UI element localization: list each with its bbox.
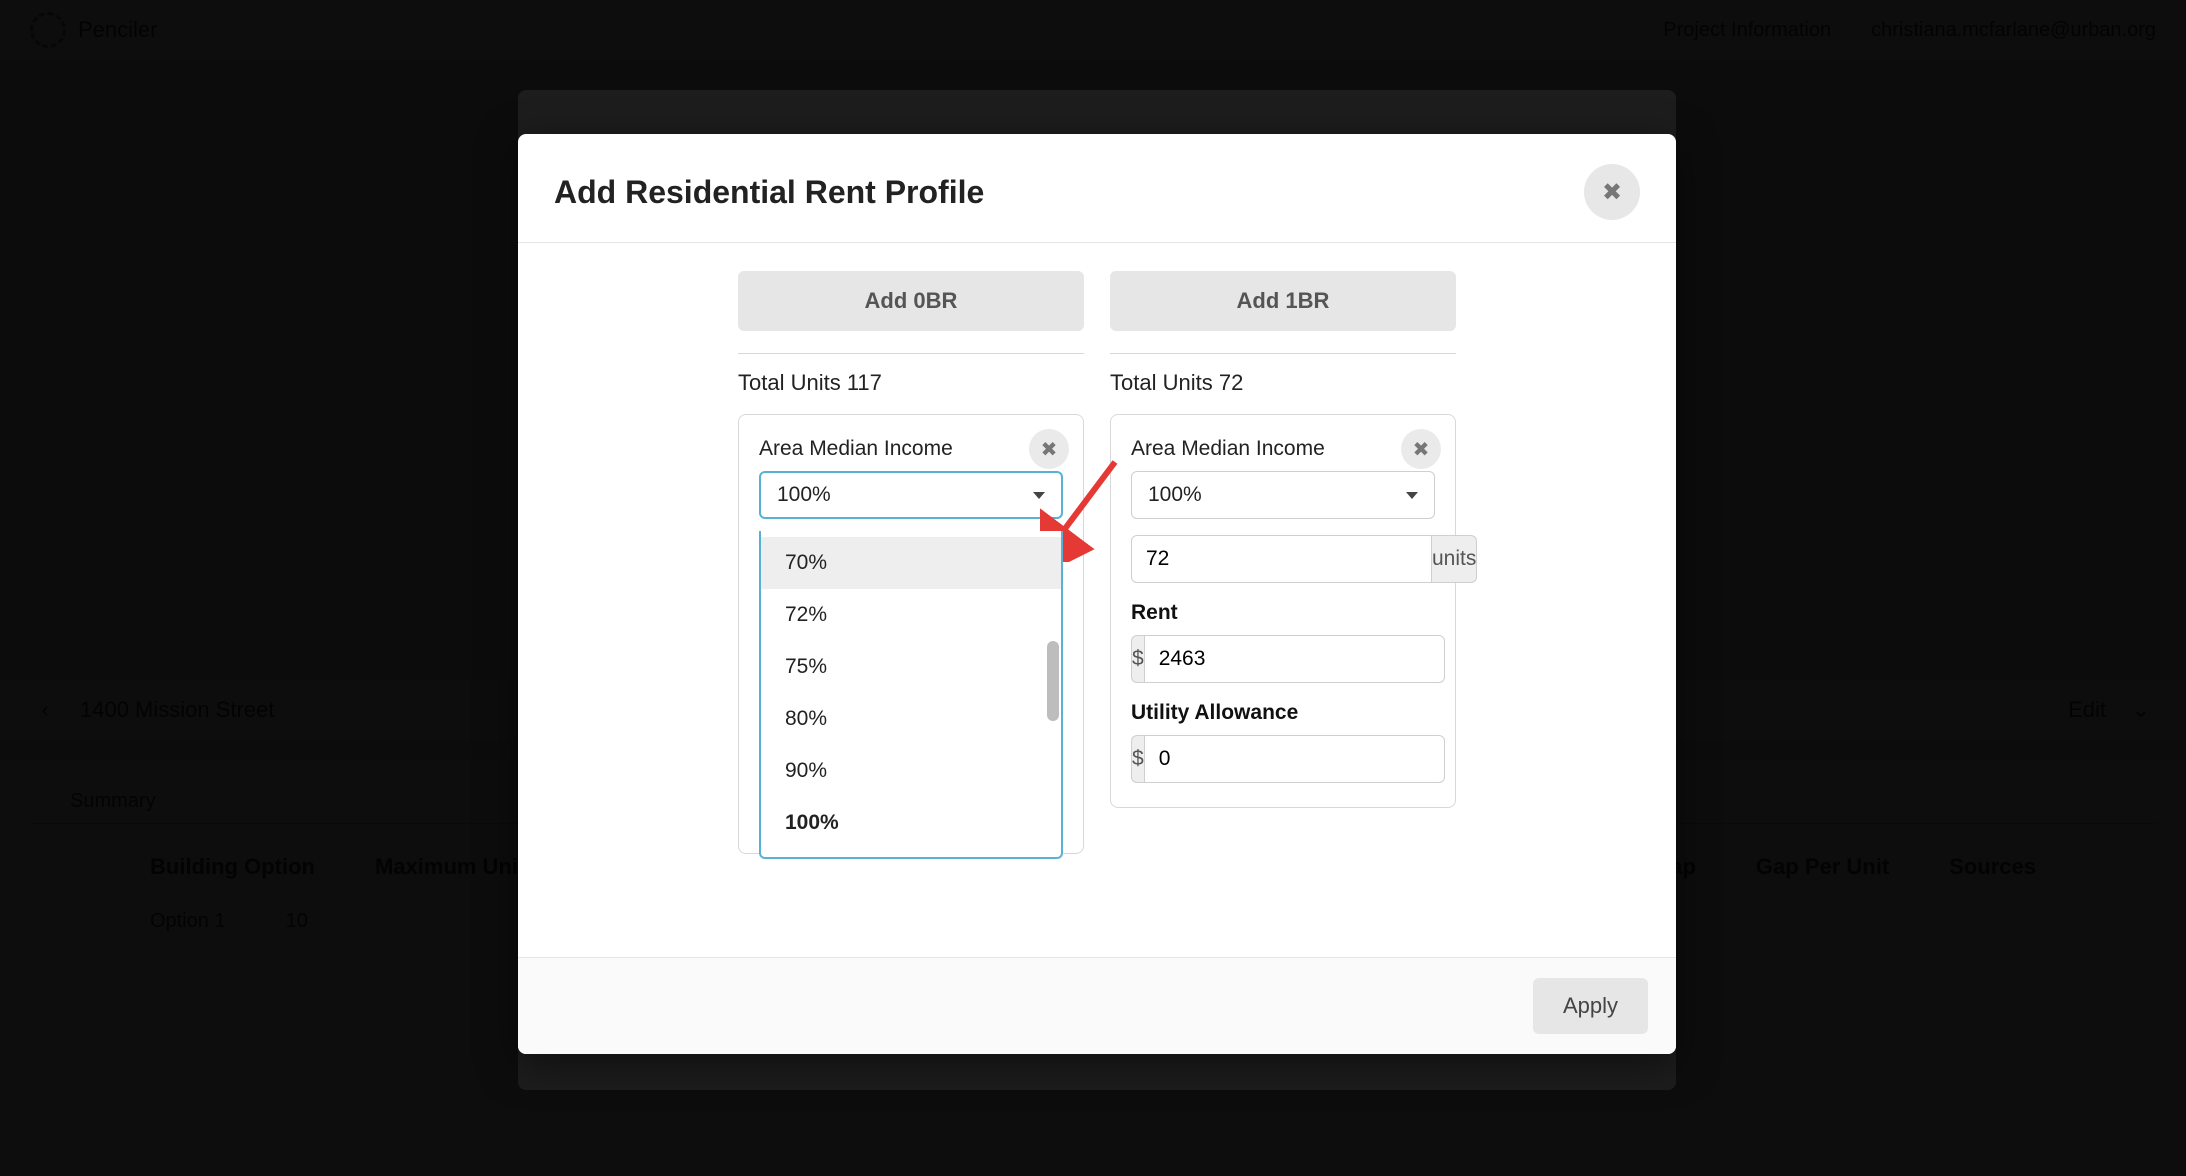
ami-select-value-1br: 100%	[1148, 483, 1202, 507]
dropdown-scrollbar[interactable]	[1047, 641, 1059, 721]
apply-button[interactable]: Apply	[1533, 978, 1648, 1034]
unit-card-0br: ✖ Area Median Income 100% 70% 72% 75% 80	[738, 414, 1084, 854]
col-gap-per-unit: Gap Per Unit	[1756, 854, 1889, 880]
row-option-name: Option 1	[150, 910, 226, 933]
unit-card-1br: ✖ Area Median Income 100% units Rent $	[1110, 414, 1456, 808]
nav-user-email[interactable]: christiana.mcfarlane@urban.org	[1871, 19, 2156, 42]
brand-name: Penciler	[78, 17, 157, 43]
ami-option-70[interactable]: 70%	[761, 537, 1061, 589]
ami-select-value-0br: 100%	[777, 483, 831, 507]
units-suffix: units	[1432, 535, 1477, 583]
rent-profile-modal: Add Residential Rent Profile ✖ Add 0BR T…	[518, 134, 1676, 1054]
close-icon: ✖	[1041, 437, 1058, 462]
add-1br-button[interactable]: Add 1BR	[1110, 271, 1456, 331]
rent-label: Rent	[1131, 601, 1435, 625]
close-icon: ✖	[1602, 178, 1622, 207]
total-units-prefix-0br: Total Units	[738, 370, 847, 395]
ami-select-0br[interactable]: 100%	[759, 471, 1063, 519]
ami-option-100[interactable]: 100%	[761, 797, 1061, 849]
col-sources: Sources	[1949, 854, 2036, 880]
ami-select-1br[interactable]: 100%	[1131, 471, 1435, 519]
ami-option-72[interactable]: 72%	[761, 589, 1061, 641]
add-0br-button[interactable]: Add 0BR	[738, 271, 1084, 331]
row-max-units: 10	[286, 910, 308, 933]
total-units-value-1br: 72	[1219, 370, 1243, 395]
column-0br: Add 0BR Total Units 117 ✖ Area Median In…	[738, 271, 1084, 854]
nav-project-info[interactable]: Project Information	[1663, 19, 1831, 42]
close-icon: ✖	[1413, 437, 1430, 462]
edit-link[interactable]: Edit	[2068, 697, 2106, 723]
remove-card-button[interactable]: ✖	[1029, 429, 1069, 469]
chevron-left-icon[interactable]: ‹	[30, 697, 60, 723]
currency-prefix: $	[1131, 735, 1144, 783]
ami-option-80[interactable]: 80%	[761, 693, 1061, 745]
ami-option-75[interactable]: 75%	[761, 641, 1061, 693]
ami-label-1br: Area Median Income	[1131, 437, 1435, 461]
chevron-down-icon[interactable]: ⌄	[2126, 697, 2156, 723]
remove-card-button[interactable]: ✖	[1401, 429, 1441, 469]
column-1br: Add 1BR Total Units 72 ✖ Area Median Inc…	[1110, 271, 1456, 854]
col-building-option: Building Option	[150, 854, 315, 880]
units-input-1br[interactable]	[1131, 535, 1432, 583]
col-max-units: Maximum Units	[375, 854, 538, 880]
ami-dropdown-0br: 70% 72% 75% 80% 90% 100%	[759, 531, 1063, 859]
utility-allowance-label: Utility Allowance	[1131, 701, 1435, 725]
chevron-down-icon	[1033, 492, 1045, 499]
brand-logo-icon	[30, 12, 66, 48]
address-text: 1400 Mission Street	[80, 697, 274, 723]
ami-label-0br: Area Median Income	[759, 437, 1063, 461]
divider	[738, 353, 1084, 354]
modal-close-button[interactable]: ✖	[1584, 164, 1640, 220]
utility-allowance-input-1br[interactable]	[1144, 735, 1445, 783]
modal-title: Add Residential Rent Profile	[554, 174, 984, 211]
total-units-prefix-1br: Total Units	[1110, 370, 1219, 395]
tab-summary[interactable]: Summary	[70, 790, 156, 813]
ami-option-90[interactable]: 90%	[761, 745, 1061, 797]
total-units-value-0br: 117	[847, 370, 882, 395]
chevron-down-icon	[1406, 492, 1418, 499]
currency-prefix: $	[1131, 635, 1144, 683]
divider	[1110, 353, 1456, 354]
rent-input-1br[interactable]	[1144, 635, 1445, 683]
